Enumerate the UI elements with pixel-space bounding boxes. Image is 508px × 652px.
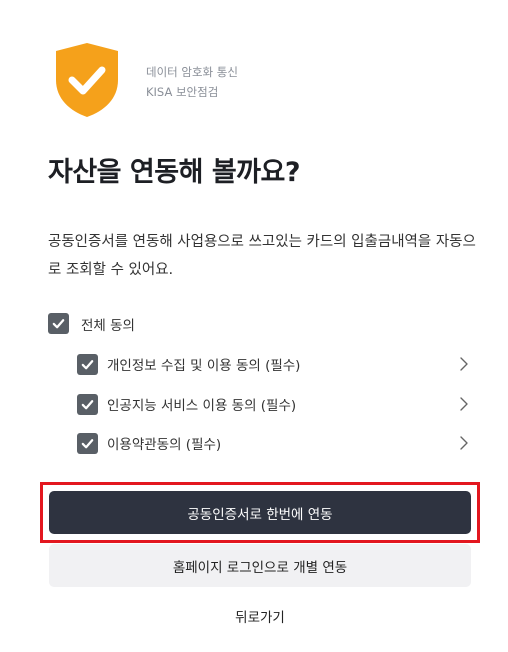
- checkmark-icon: [81, 438, 94, 448]
- description-text: 공동인증서를 연동해 사업용으로 쓰고있는 카드의 입출금내역을 자동으로 조회…: [48, 234, 476, 278]
- consent-privacy-label: 개인정보 수집 및 이용 동의 (필수): [107, 358, 301, 374]
- consent-item-terms[interactable]: 이용약관동의 (필수): [77, 431, 469, 455]
- checkmark-icon: [52, 319, 65, 329]
- chevron-right-icon[interactable]: [459, 356, 469, 372]
- checkmark-icon: [81, 359, 94, 369]
- consent-privacy-checkbox[interactable]: [77, 353, 98, 375]
- consent-ai-label: 인공지능 서비스 이용 동의 (필수): [107, 398, 297, 414]
- consent-terms-checkbox[interactable]: [77, 432, 98, 454]
- back-button[interactable]: 뒤로가기: [0, 606, 508, 626]
- certificate-connect-button[interactable]: 공동인증서로 한번에 연동: [49, 491, 471, 534]
- consent-all-label: 전체 동의: [81, 317, 135, 334]
- page-title: 자산을 연동해 볼까요?: [48, 157, 301, 188]
- homepage-login-button[interactable]: 홈페이지 로그인으로 개별 연동: [49, 544, 471, 587]
- consent-terms-label: 이용약관동의 (필수): [107, 437, 222, 453]
- security-info: 데이터 암호화 통신 KISA 보안점검: [146, 62, 238, 102]
- consent-item-ai[interactable]: 인공지능 서비스 이용 동의 (필수): [77, 392, 469, 416]
- consent-ai-checkbox[interactable]: [77, 393, 98, 415]
- consent-item-privacy[interactable]: 개인정보 수집 및 이용 동의 (필수): [77, 352, 469, 376]
- consent-all-row[interactable]: 전체 동의: [48, 313, 135, 334]
- chevron-right-icon[interactable]: [459, 435, 469, 451]
- consent-all-checkbox[interactable]: [48, 313, 69, 334]
- checkmark-icon: [81, 399, 94, 409]
- security-line-2: KISA 보안점검: [146, 85, 219, 99]
- shield-check-icon: [54, 42, 120, 118]
- chevron-right-icon[interactable]: [459, 396, 469, 412]
- security-line-1: 데이터 암호화 통신: [146, 65, 238, 79]
